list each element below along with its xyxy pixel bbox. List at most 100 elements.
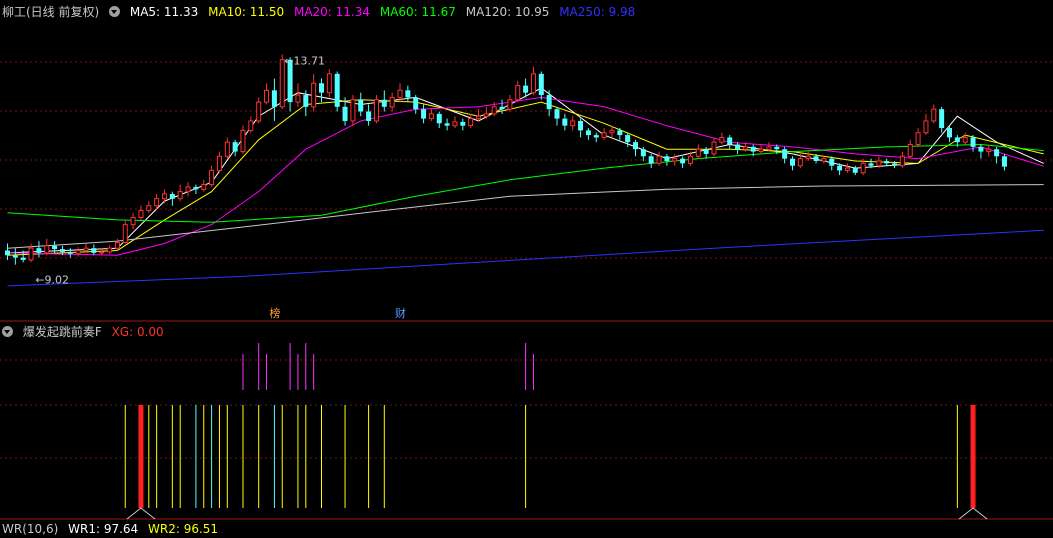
candle-body xyxy=(617,130,623,136)
candle xyxy=(264,83,270,105)
candle-body xyxy=(640,149,646,157)
candle xyxy=(193,184,199,194)
candle xyxy=(821,156,827,164)
candle xyxy=(405,85,411,103)
candle-body xyxy=(954,137,960,143)
candle-body xyxy=(319,83,324,93)
candle-body xyxy=(67,251,73,254)
high-price-label: ←13.71 xyxy=(284,55,325,68)
candle-body xyxy=(758,148,764,153)
candle xyxy=(523,78,529,98)
candle-body xyxy=(860,162,866,174)
candle-body xyxy=(83,247,89,252)
candle xyxy=(593,132,599,143)
candle xyxy=(530,66,536,96)
candle-body xyxy=(358,99,364,112)
candle-body xyxy=(491,106,497,115)
ma5-label: MA5: 11.33 xyxy=(129,5,199,19)
candle-body xyxy=(680,158,686,164)
candle xyxy=(994,146,1000,164)
candle-body xyxy=(915,132,921,146)
marker-cai[interactable]: 财 xyxy=(394,307,407,320)
candle xyxy=(538,71,544,100)
candle xyxy=(907,139,913,159)
candle-body xyxy=(436,113,442,124)
marker-bang[interactable]: 榜 xyxy=(268,307,281,320)
candle xyxy=(334,71,340,112)
candle xyxy=(947,125,952,143)
indicator-legend: 爆发起跳前奏F XG: 0.00 xyxy=(2,323,170,341)
candle-body xyxy=(483,113,489,117)
candle-body xyxy=(538,73,544,96)
kline-chart[interactable]: ←13.71 ←9.02 xyxy=(0,0,1053,532)
candle xyxy=(601,128,607,140)
candle-body xyxy=(12,255,18,258)
dropdown-icon[interactable] xyxy=(109,6,121,17)
candle-body xyxy=(373,99,379,122)
candle-body xyxy=(782,149,788,159)
candle xyxy=(12,248,18,265)
candle-body xyxy=(530,73,536,94)
candle-body xyxy=(837,165,843,171)
candle-body xyxy=(868,163,874,166)
candle xyxy=(75,247,81,257)
candle-body xyxy=(774,146,780,150)
candle-body xyxy=(523,85,529,93)
candle xyxy=(389,92,395,112)
wr1-label: WR1: 97.64 xyxy=(68,522,139,536)
candle-body xyxy=(656,155,662,164)
candle-body xyxy=(224,141,230,157)
candle xyxy=(436,111,442,129)
candle xyxy=(232,139,238,157)
candle-body xyxy=(201,184,207,190)
candle-body xyxy=(334,73,340,107)
candle xyxy=(711,137,717,157)
candle xyxy=(311,73,317,112)
candle-body xyxy=(342,106,348,121)
candle-body xyxy=(130,217,136,226)
candle xyxy=(923,113,929,136)
candle-body xyxy=(162,193,167,200)
ma-line xyxy=(7,87,1044,254)
candle-body xyxy=(962,136,968,143)
candle xyxy=(570,116,576,131)
ma20-label: MA20: 11.34 xyxy=(293,5,371,19)
candle xyxy=(130,212,136,230)
candle xyxy=(177,184,183,202)
candle-body xyxy=(939,109,945,129)
candle xyxy=(735,142,741,154)
candle-body xyxy=(947,128,952,138)
candle xyxy=(680,156,686,169)
candle-body xyxy=(185,186,191,193)
candle-body xyxy=(240,129,246,153)
candle xyxy=(656,151,662,166)
candle xyxy=(107,245,113,254)
candle xyxy=(248,116,254,133)
candle-body xyxy=(52,245,58,250)
candle xyxy=(476,109,481,121)
candle-body xyxy=(138,209,144,219)
candle-body xyxy=(876,160,882,167)
candle-body xyxy=(986,148,992,153)
candle-body xyxy=(970,137,976,147)
candle-body xyxy=(271,90,277,107)
candle xyxy=(986,144,992,157)
candle-body xyxy=(633,142,638,150)
candle-body xyxy=(664,156,670,161)
candle-body xyxy=(695,148,701,157)
candle xyxy=(617,128,623,140)
candle-body xyxy=(593,135,599,138)
candle-body xyxy=(1001,156,1007,167)
candle-body xyxy=(36,248,42,253)
candle xyxy=(67,248,73,258)
ma60-label: MA60: 11.67 xyxy=(379,5,456,19)
signal-tick xyxy=(958,507,988,520)
candle xyxy=(915,128,921,147)
candle-body xyxy=(727,137,733,145)
candle xyxy=(585,128,591,140)
candle xyxy=(978,144,984,159)
candle xyxy=(381,90,387,112)
dropdown-icon[interactable] xyxy=(2,326,13,337)
candle xyxy=(483,106,489,119)
candle xyxy=(468,113,474,129)
